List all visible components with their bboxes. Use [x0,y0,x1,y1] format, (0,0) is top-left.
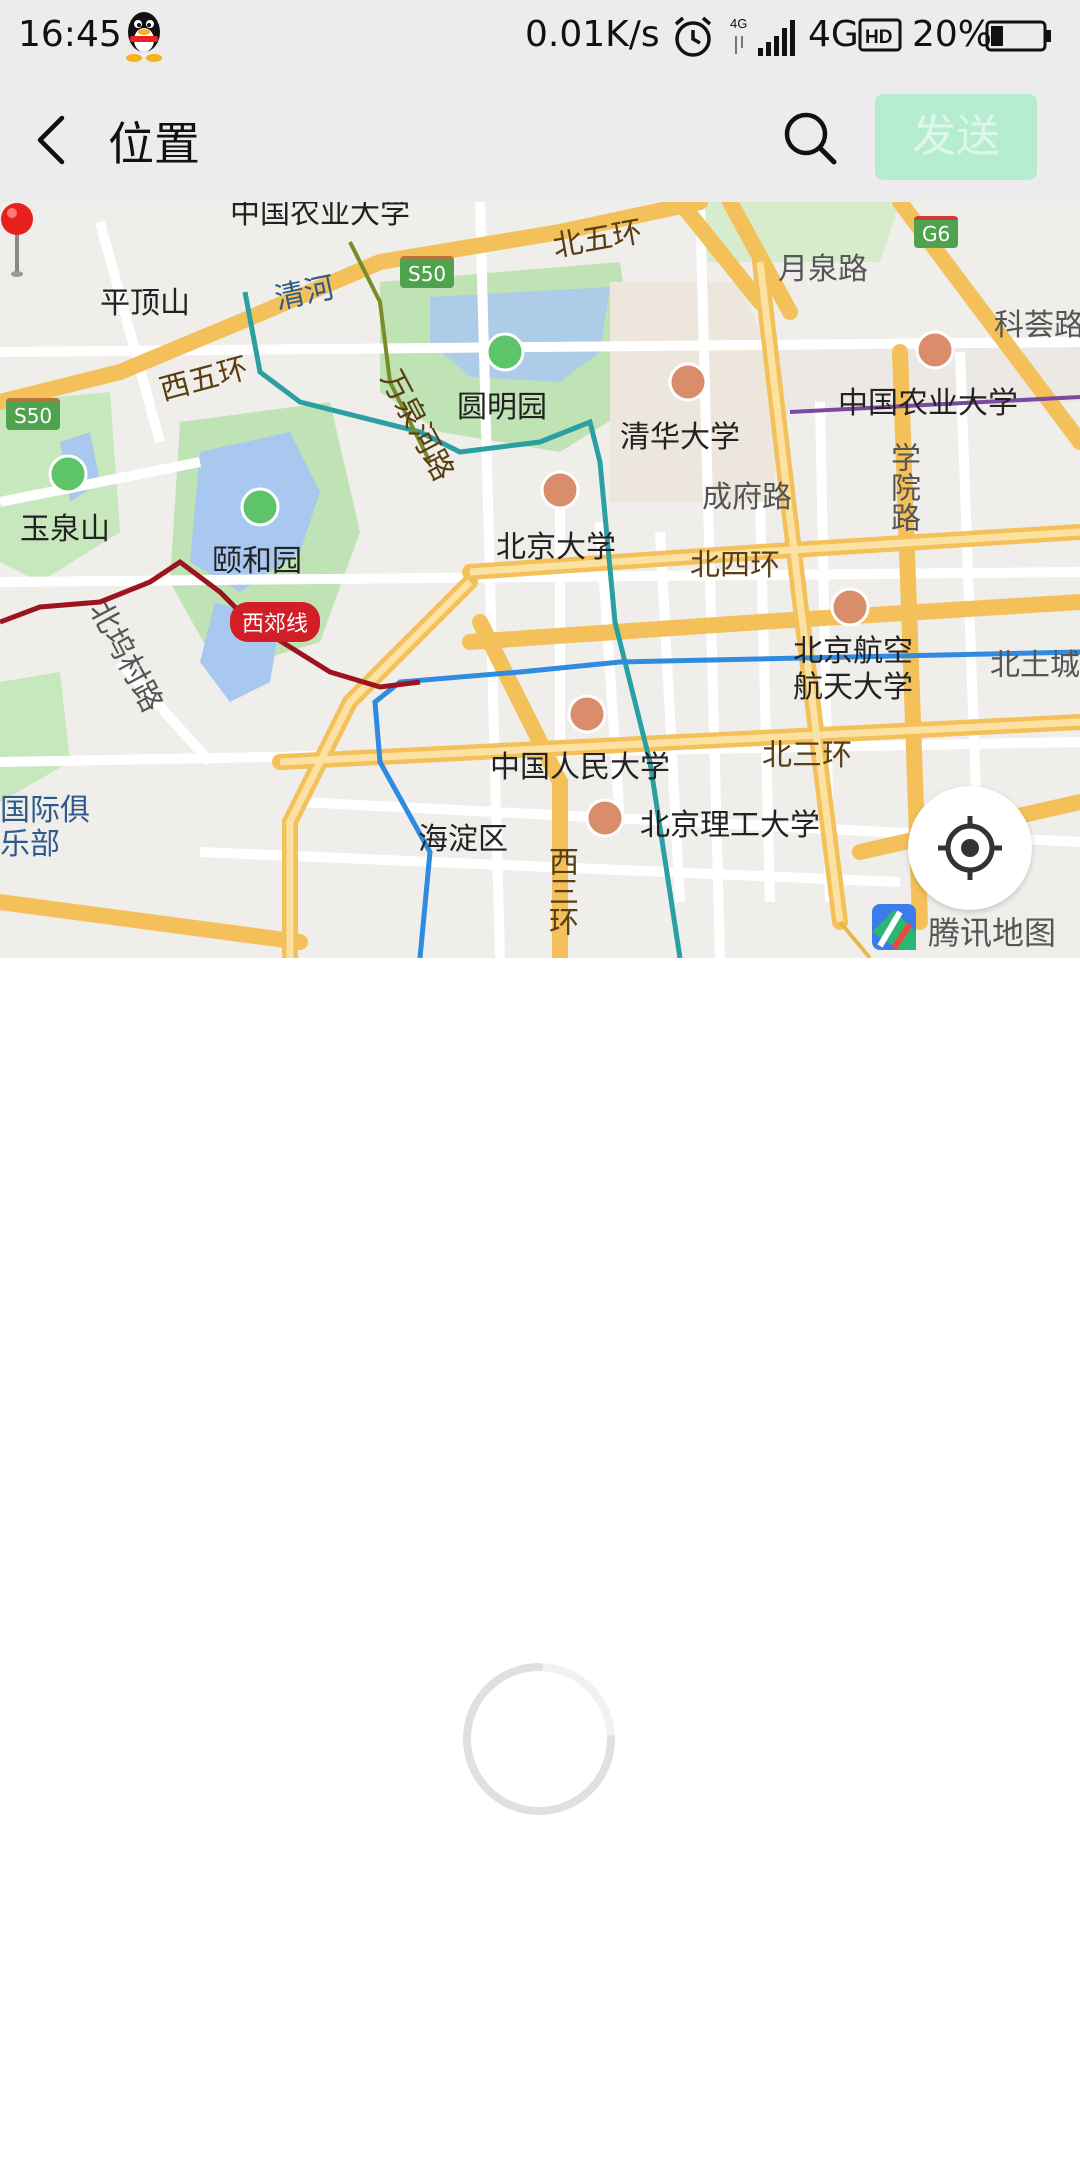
location-pin-icon [1,203,33,277]
map-label: 北京大学 [496,530,616,565]
map-label: 成府路 [702,480,792,515]
map-label: 平顶山 [100,286,190,321]
locate-me-button[interactable] [908,786,1032,910]
map-label: 北四环 [690,548,780,583]
back-arrow-icon[interactable] [32,112,72,168]
map-brand-name: 腾讯地图 [928,914,1057,952]
map-label: 圆明园 [457,390,547,425]
send-button[interactable]: 发送 [875,94,1037,180]
map-label: 北京理工大学 [640,808,820,843]
map-label: 海淀区 [418,822,508,857]
map-label: 月泉路 [778,252,868,287]
status-bar: 16:45 0.01K/s 4G 4G HD 20% [0,0,1080,72]
crosshair-icon [938,816,1002,880]
map-label: 中国农业大学 [230,202,410,231]
metro-line-label: 西郊线 [230,602,321,642]
qq-icon [126,12,162,62]
signal-icon: 4G [730,16,795,56]
map-view[interactable]: 中国农业大学 平顶山 清河 北五环 月泉路 科荟路 西五环 万泉河路 圆明园 清… [0,202,1080,958]
title-bar: 位置 发送 [0,72,1080,202]
map-label: 中国人民大学 [490,750,670,785]
map-label: 北京航空航天大学 [793,634,913,705]
network-speed: 0.01K/s [525,14,660,55]
map-label: 科荟路 [994,308,1080,343]
highway-shield: S50 [400,256,455,288]
battery-icon [985,20,1051,52]
map-label: 中国农业大学 [838,386,1018,421]
map-label: 北三环 [762,738,852,773]
map-label: 清华大学 [620,420,740,455]
map-label: 学院路 [885,442,920,532]
map-label: 玉泉山 [20,512,110,547]
status-time: 16:45 [18,14,122,55]
search-icon[interactable] [780,108,840,168]
battery-percent: 20% [912,14,993,55]
alarm-icon [674,16,712,57]
network-type: 4G [808,14,859,55]
map-label: 北土城 [990,648,1080,683]
hd-icon: HD [858,18,902,52]
highway-shield: G6 [914,216,959,248]
map-label: 西三环 [543,846,578,936]
map-label: 颐和园 [212,544,302,579]
loading-spinner-icon [463,1663,615,1815]
svg-text:4G: 4G [730,16,747,31]
page-title: 位置 [108,117,200,171]
svg-text:HD: HD [865,27,892,48]
highway-shield: S50 [6,398,61,430]
tencent-map-logo-icon [872,904,916,950]
map-label: 国际俱乐部 [0,793,90,862]
